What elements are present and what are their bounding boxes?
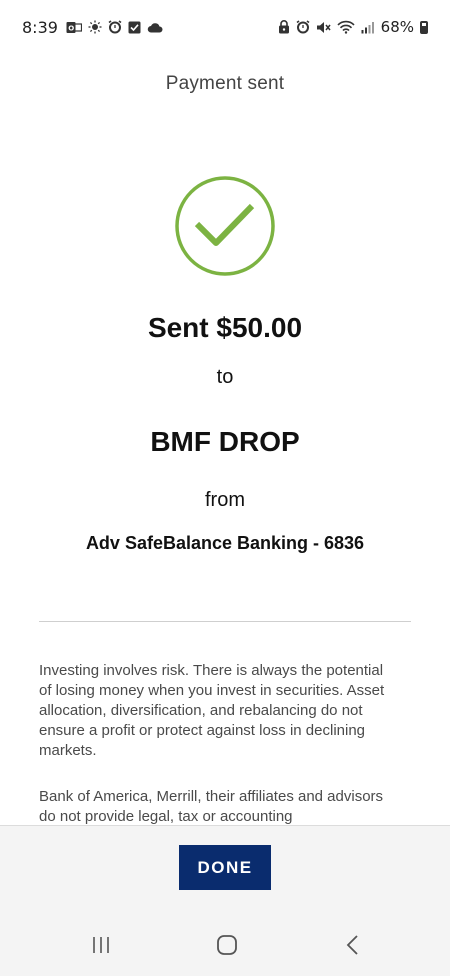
advice-disclaimer: Bank of America, Merrill, their affiliat…: [39, 788, 384, 825]
signal-icon: [361, 21, 375, 34]
battery-icon: [420, 20, 428, 34]
header: Payment sent: [0, 54, 450, 114]
check-circle-icon: [175, 176, 275, 276]
check-task-icon: [128, 21, 141, 34]
home-icon[interactable]: [216, 934, 238, 956]
status-left: 8:39 O: [22, 18, 163, 37]
sun-icon: [88, 20, 102, 34]
confirmation-content[interactable]: Sent $50.00 to BMF DROP from Adv SafeBal…: [0, 114, 450, 825]
battery-percent: 68%: [380, 18, 414, 36]
status-bar: 8:39 O 68%: [0, 0, 450, 54]
recent-apps-icon[interactable]: [91, 935, 111, 955]
system-nav-bar: [0, 922, 450, 976]
status-right: 68%: [278, 18, 428, 36]
wifi-icon: [337, 20, 355, 34]
mute-icon: [316, 21, 331, 34]
from-label: from: [205, 489, 245, 511]
divider: [39, 621, 411, 622]
status-time: 8:39: [22, 17, 58, 37]
svg-text:O: O: [68, 24, 74, 32]
footer: DONE: [0, 825, 450, 975]
back-icon[interactable]: [344, 934, 362, 956]
to-label: to: [216, 366, 234, 388]
investment-disclaimer: Investing involves risk. There is always…: [39, 662, 385, 759]
alarm-icon: [296, 20, 310, 34]
lock-icon: [278, 20, 290, 34]
page-title: Payment sent: [165, 73, 285, 94]
cloud-icon: [147, 22, 163, 33]
recipient-name: BMF DROP: [150, 426, 300, 457]
sent-amount: Sent $50.00: [147, 312, 303, 343]
done-button[interactable]: DONE: [179, 845, 271, 890]
notification-outlook-icon: O: [66, 21, 82, 34]
source-account: Adv SafeBalance Banking - 6836: [85, 533, 365, 553]
alarm-icon: [108, 20, 122, 34]
